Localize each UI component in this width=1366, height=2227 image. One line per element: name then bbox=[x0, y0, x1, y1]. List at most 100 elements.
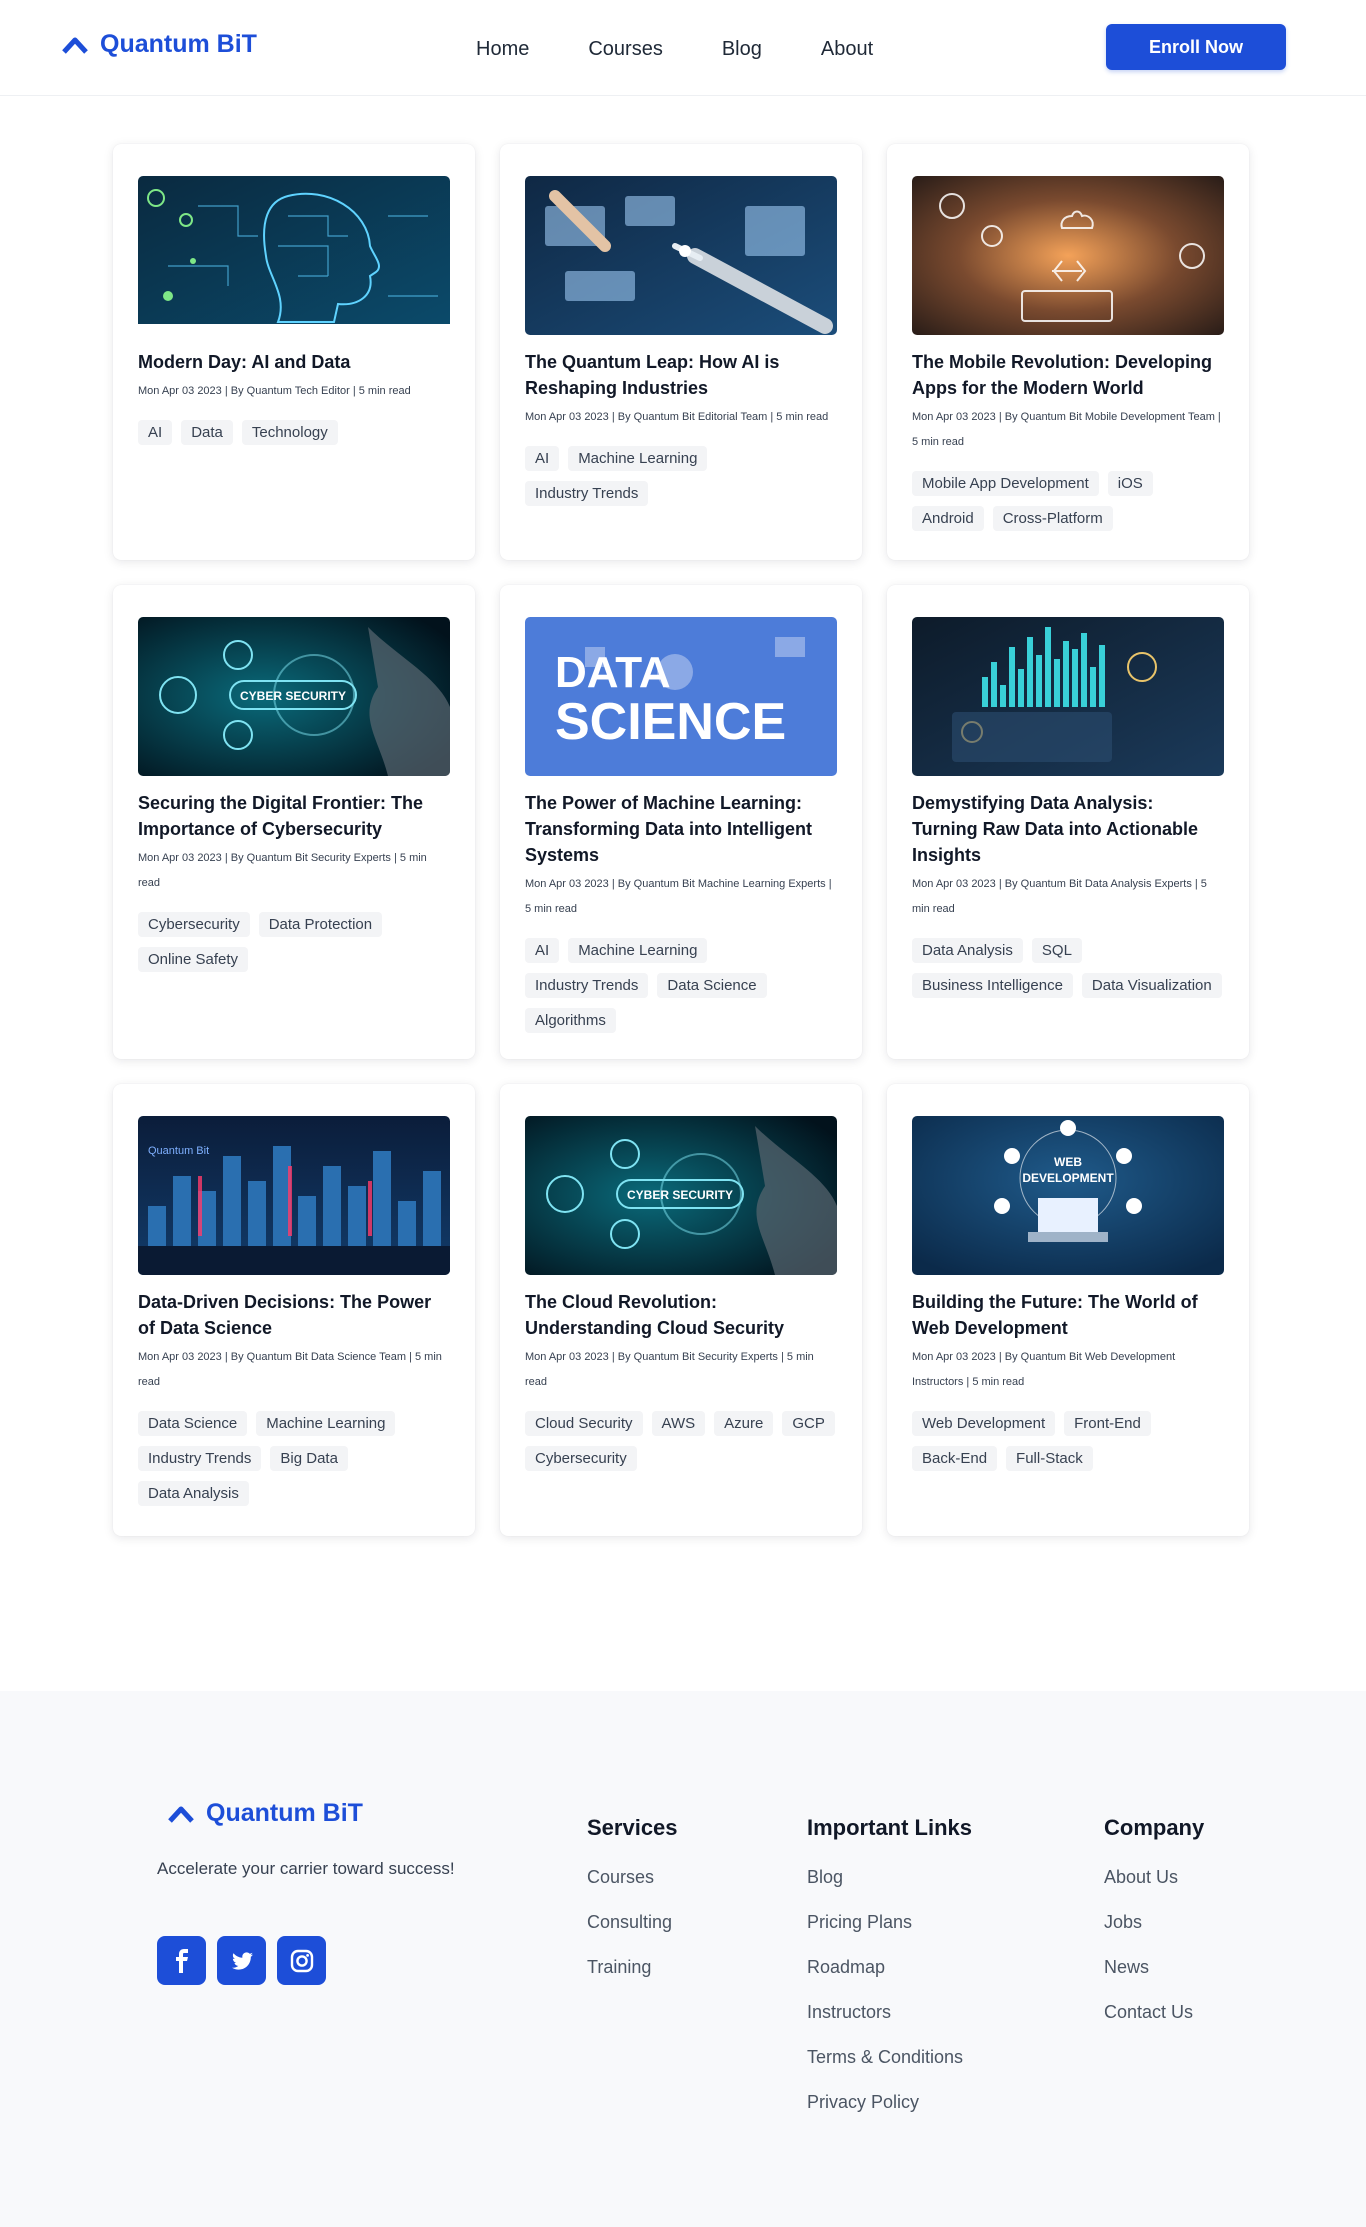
blog-card[interactable]: Demystifying Data Analysis: Turning Raw … bbox=[887, 585, 1249, 1059]
footer-link-jobs[interactable]: Jobs bbox=[1104, 1912, 1204, 1933]
blog-list: Modern Day: AI and Data Mon Apr 03 2023 … bbox=[0, 96, 1366, 1691]
blog-card[interactable]: The Mobile Revolution: Developing Apps f… bbox=[887, 144, 1249, 560]
tag-list: AI Machine Learning Industry Trends bbox=[525, 446, 837, 506]
tag-chip[interactable]: Mobile App Development bbox=[912, 471, 1099, 496]
blog-card[interactable]: WEB DEVELOPMENT Building the Future: The… bbox=[887, 1084, 1249, 1536]
tag-chip[interactable]: SQL bbox=[1031, 938, 1082, 963]
tag-chip[interactable]: Algorithms bbox=[525, 1008, 616, 1033]
nav-courses[interactable]: Courses bbox=[588, 38, 662, 61]
blog-card-title[interactable]: The Cloud Revolution: Understanding Clou… bbox=[525, 1289, 837, 1341]
tag-chip[interactable]: Front-End bbox=[1064, 1411, 1151, 1436]
tag-chip[interactable]: Cybersecurity bbox=[525, 1446, 637, 1471]
tag-chip[interactable]: Industry Trends bbox=[525, 973, 649, 998]
blog-card[interactable]: DATA SCIENCE The Power of Machine Learni… bbox=[500, 585, 862, 1059]
tag-list: Mobile App Development iOS Android Cross-Pl… bbox=[912, 471, 1224, 531]
blog-card[interactable]: Quantum Bit Data-Driven Decisions: The P… bbox=[113, 1084, 475, 1536]
tag-chip[interactable]: Data Analysis bbox=[138, 1481, 249, 1506]
tag-chip[interactable]: Technology bbox=[241, 420, 338, 445]
blog-card-image[interactable] bbox=[912, 617, 1224, 776]
blog-card-meta: Mon Apr 03 2023 | By Quantum Bit Web Dev… bbox=[912, 1351, 1176, 1388]
tag-chip[interactable]: Azure bbox=[714, 1411, 774, 1436]
tag-chip[interactable]: Data Science bbox=[138, 1411, 248, 1436]
blog-card[interactable]: Modern Day: AI and Data Mon Apr 03 2023 … bbox=[113, 144, 475, 560]
facebook-link[interactable] bbox=[157, 1936, 206, 1985]
chevron-up-icon bbox=[62, 37, 88, 54]
blog-card[interactable]: CYBER SECURITY The Cloud Revolution: Und… bbox=[500, 1084, 862, 1536]
facebook-icon bbox=[175, 1948, 188, 1973]
tag-chip[interactable]: AI bbox=[525, 938, 560, 963]
blog-card-image[interactable]: CYBER SECURITY bbox=[138, 617, 450, 776]
tag-chip[interactable]: GCP bbox=[782, 1411, 835, 1436]
tag-chip[interactable]: Cybersecurity bbox=[138, 912, 250, 937]
footer-link-roadmap[interactable]: Roadmap bbox=[807, 1957, 972, 1978]
instagram-link[interactable] bbox=[277, 1936, 326, 1985]
blog-card-title[interactable]: Data-Driven Decisions: The Power of Data… bbox=[138, 1289, 450, 1341]
tag-chip[interactable]: Industry Trends bbox=[525, 481, 649, 506]
tag-chip[interactable]: Full-Stack bbox=[1006, 1446, 1093, 1471]
footer-link-contact[interactable]: Contact Us bbox=[1104, 2002, 1204, 2023]
footer-link-privacy[interactable]: Privacy Policy bbox=[807, 2092, 972, 2113]
blog-card-meta: Mon Apr 03 2023 | By Quantum Bit Securit… bbox=[138, 852, 427, 889]
tag-chip[interactable]: Big Data bbox=[270, 1446, 348, 1471]
blog-card-title[interactable]: Securing the Digital Frontier: The Impor… bbox=[138, 790, 450, 842]
nav-blog[interactable]: Blog bbox=[722, 38, 762, 61]
footer-important-links: Important Links Blog Pricing Plans Roadm… bbox=[807, 1815, 972, 2137]
tag-chip[interactable]: Industry Trends bbox=[138, 1446, 262, 1471]
blog-card-image[interactable] bbox=[138, 176, 450, 335]
blog-card-title[interactable]: Building the Future: The World of Web De… bbox=[912, 1289, 1224, 1341]
tag-chip[interactable]: Android bbox=[912, 506, 984, 531]
footer-services: Services Courses Consulting Training bbox=[587, 1815, 678, 2002]
blog-card-image[interactable]: CYBER SECURITY bbox=[525, 1116, 837, 1275]
blog-card-image[interactable] bbox=[525, 176, 837, 335]
blog-card-title[interactable]: The Quantum Leap: How AI is Reshaping In… bbox=[525, 349, 837, 401]
svg-text:SCIENCE: SCIENCE bbox=[555, 693, 786, 751]
tag-chip[interactable]: Machine Learning bbox=[568, 938, 708, 963]
tag-chip[interactable]: Machine Learning bbox=[568, 446, 708, 471]
svg-text:CYBER SECURITY: CYBER SECURITY bbox=[627, 1188, 733, 1202]
tag-chip[interactable]: Cloud Security bbox=[525, 1411, 643, 1436]
tag-chip[interactable]: Data Analysis bbox=[912, 938, 1023, 963]
footer-link-pricing[interactable]: Pricing Plans bbox=[807, 1912, 972, 1933]
tag-chip[interactable]: Machine Learning bbox=[256, 1411, 396, 1436]
tag-chip[interactable]: AWS bbox=[651, 1411, 706, 1436]
blog-card-title[interactable]: The Power of Machine Learning: Transform… bbox=[525, 790, 837, 868]
nav-home[interactable]: Home bbox=[476, 38, 529, 61]
tag-chip[interactable]: AI bbox=[138, 420, 173, 445]
tag-chip[interactable]: Online Safety bbox=[138, 947, 249, 972]
blog-card[interactable]: CYBER SECURITY Securing the Digital Fron… bbox=[113, 585, 475, 1059]
tag-chip[interactable]: Data bbox=[181, 420, 233, 445]
blog-card-meta: Mon Apr 03 2023 | By Quantum Bit Data Sc… bbox=[138, 1351, 442, 1388]
blog-card-image[interactable]: DATA SCIENCE bbox=[525, 617, 837, 776]
footer-link-about-us[interactable]: About Us bbox=[1104, 1867, 1204, 1888]
blog-card-title[interactable]: Modern Day: AI and Data bbox=[138, 349, 450, 375]
posts-grid: Modern Day: AI and Data Mon Apr 03 2023 … bbox=[113, 144, 1253, 1536]
footer-link-consulting[interactable]: Consulting bbox=[587, 1912, 678, 1933]
footer-link-terms[interactable]: Terms & Conditions bbox=[807, 2047, 972, 2068]
enroll-now-button[interactable]: Enroll Now bbox=[1106, 24, 1286, 70]
blog-card-image[interactable] bbox=[912, 176, 1224, 335]
blog-card-image[interactable]: WEB DEVELOPMENT bbox=[912, 1116, 1224, 1275]
blog-card-title[interactable]: The Mobile Revolution: Developing Apps f… bbox=[912, 349, 1224, 401]
tag-chip[interactable]: Web Development bbox=[912, 1411, 1056, 1436]
footer-link-training[interactable]: Training bbox=[587, 1957, 678, 1978]
footer-link-blog[interactable]: Blog bbox=[807, 1867, 972, 1888]
tag-chip[interactable]: Data Protection bbox=[258, 912, 383, 937]
footer-link-news[interactable]: News bbox=[1104, 1957, 1204, 1978]
blog-card[interactable]: The Quantum Leap: How AI is Reshaping In… bbox=[500, 144, 862, 560]
tag-chip[interactable]: Data Science bbox=[657, 973, 767, 998]
tag-chip[interactable]: iOS bbox=[1107, 471, 1153, 496]
tag-chip[interactable]: Back-End bbox=[912, 1446, 998, 1471]
blog-card-image[interactable]: Quantum Bit bbox=[138, 1116, 450, 1275]
tag-chip[interactable]: Data Visualization bbox=[1081, 973, 1222, 998]
nav-about[interactable]: About bbox=[821, 38, 873, 61]
brand-logo[interactable]: Quantum BiT bbox=[62, 30, 257, 59]
footer-link-instructors[interactable]: Instructors bbox=[807, 2002, 972, 2023]
footer-brand-logo[interactable]: Quantum BiT bbox=[168, 1799, 363, 1828]
tag-chip[interactable]: Cross-Platform bbox=[992, 506, 1113, 531]
footer-link-courses[interactable]: Courses bbox=[587, 1867, 678, 1888]
tag-list: Data Science Machine Learning Industry Tre… bbox=[138, 1411, 450, 1506]
blog-card-title[interactable]: Demystifying Data Analysis: Turning Raw … bbox=[912, 790, 1224, 868]
twitter-link[interactable] bbox=[217, 1936, 266, 1985]
tag-chip[interactable]: Business Intelligence bbox=[912, 973, 1073, 998]
tag-chip[interactable]: AI bbox=[525, 446, 560, 471]
